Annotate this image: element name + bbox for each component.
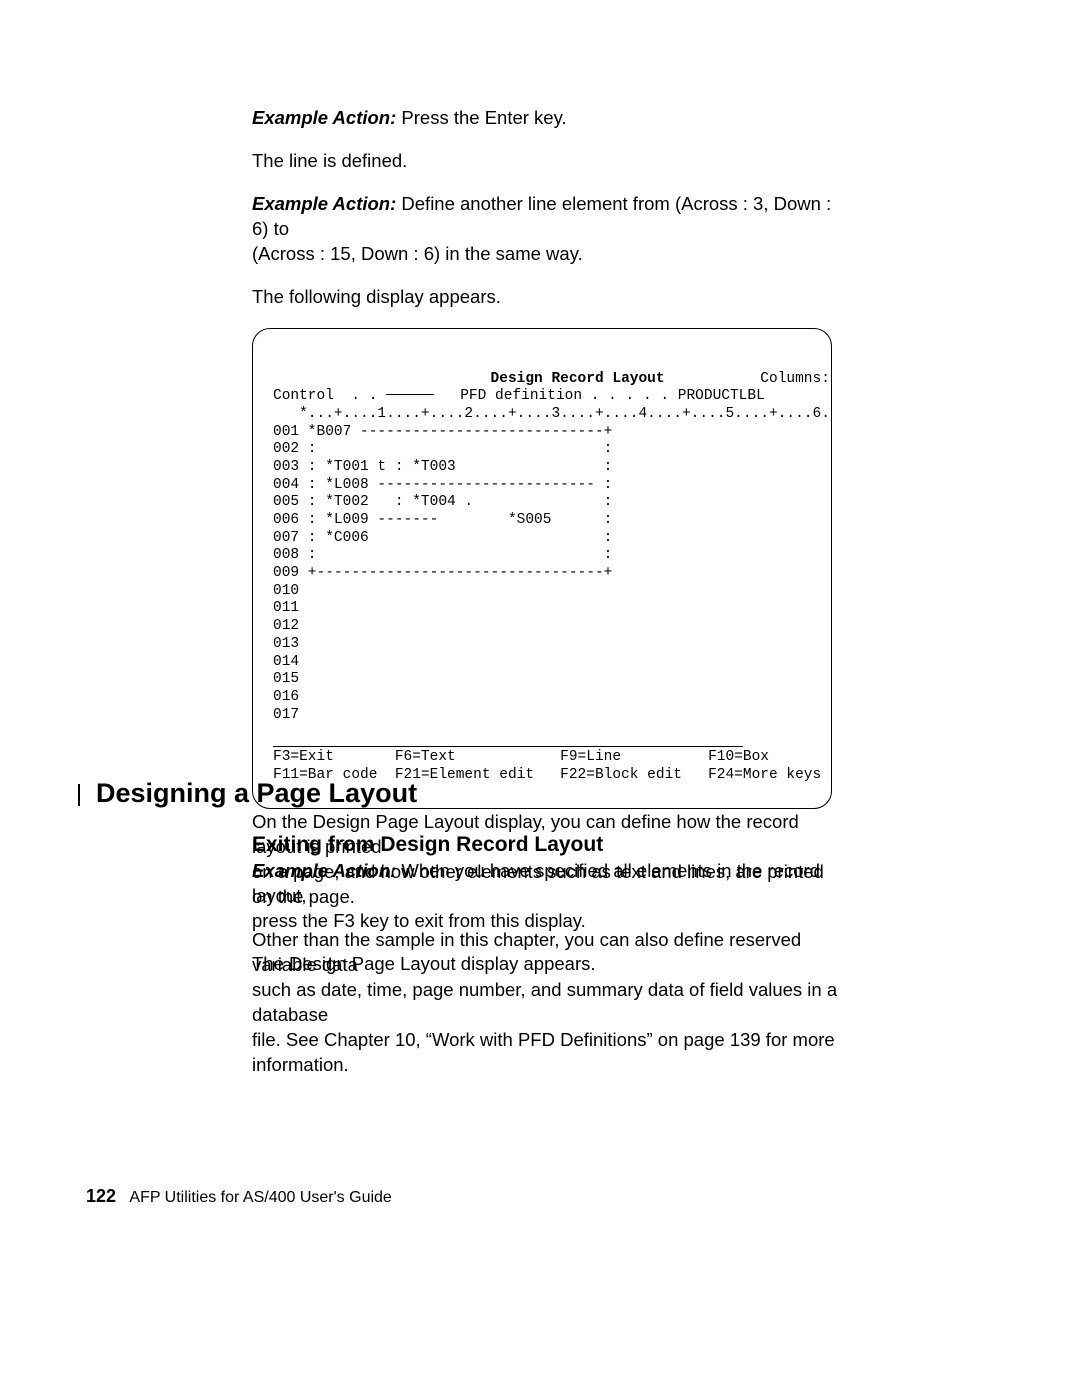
terminal-line: 012: [273, 618, 299, 634]
terminal-line: 015: [273, 671, 299, 687]
terminal-line: 002 : :: [273, 441, 612, 457]
paragraph: The line is defined.: [252, 149, 832, 174]
terminal-ruler: *...+....1....+....2....+....3....+....4…: [273, 406, 832, 422]
text-line: On the Design Page Layout display, you c…: [252, 811, 799, 857]
control-input-underline[interactable]: [386, 394, 434, 396]
terminal-line: 005 : *T002 : *T004 . :: [273, 494, 612, 510]
text-line: such as date, time, page number, and sum…: [252, 979, 837, 1025]
example-action-text: (Across : 15, Down : 6) in the same way.: [252, 243, 583, 264]
terminal-more-row: More...: [273, 724, 832, 740]
text-line: on a page, and how other elements such a…: [252, 861, 824, 907]
example-action-1: Example Action: Press the Enter key.: [252, 106, 832, 131]
chapter-heading: Designing a Page Layout: [96, 778, 417, 809]
text-line: information.: [252, 1054, 349, 1075]
terminal-line: 007 : *C006 :: [273, 530, 612, 546]
terminal-line: 006 : *L009 ------- *S005 :: [273, 512, 612, 528]
text-line: Other than the sample in this chapter, y…: [252, 929, 801, 975]
terminal-screen: Design Record Layout Columns: 1- 74 Cont…: [252, 328, 832, 810]
terminal-line: 003 : *T001 t : *T003 :: [273, 459, 612, 475]
terminal-divider: [273, 746, 743, 747]
terminal-line: 014: [273, 654, 299, 670]
terminal-line: 009 +---------------------------------+: [273, 565, 612, 581]
terminal-line: 004 : *L008 ------------------------- :: [273, 477, 612, 493]
paragraph: On the Design Page Layout display, you c…: [252, 810, 842, 910]
terminal-title: Design Record Layout: [491, 371, 665, 387]
text-line: file. See Chapter 10, “Work with PFD Def…: [252, 1029, 835, 1050]
page: Example Action: Press the Enter key. The…: [0, 0, 1080, 1397]
change-bar: [78, 784, 80, 806]
example-action-text: Press the Enter key.: [396, 107, 566, 128]
terminal-line: 013: [273, 636, 299, 652]
terminal-line: 001 *B007 ----------------------------+: [273, 424, 612, 440]
terminal-line: 010: [273, 583, 299, 599]
example-action-label: Example Action:: [252, 107, 396, 128]
terminal-line: 016: [273, 689, 299, 705]
terminal-line: 017: [273, 707, 299, 723]
footer-title: AFP Utilities for AS/400 User's Guide: [129, 1189, 391, 1206]
example-action-2: Example Action: Define another line elem…: [252, 192, 832, 267]
terminal-line: 011: [273, 600, 299, 616]
control-label: Control . .: [273, 388, 377, 404]
pfd-definition: PFD definition . . . . . PRODUCTLBL: [460, 388, 765, 404]
paragraph: Other than the sample in this chapter, y…: [252, 928, 842, 1078]
terminal-header-row: Design Record Layout Columns: 1- 74: [273, 371, 832, 387]
terminal-control-row: Control . . PFD definition . . . . . PRO…: [273, 388, 765, 404]
terminal-line: 008 : :: [273, 547, 612, 563]
example-action-label: Example Action:: [252, 193, 396, 214]
paragraph: The following display appears.: [252, 285, 832, 310]
page-footer: 122 AFP Utilities for AS/400 User's Guid…: [86, 1186, 392, 1207]
terminal-fkeys: F3=Exit F6=Text F9=Line F10=Box: [273, 749, 769, 765]
chapter-body: On the Design Page Layout display, you c…: [252, 810, 842, 1096]
terminal-columns: Columns: 1- 74: [760, 371, 832, 387]
page-number: 122: [86, 1186, 116, 1206]
